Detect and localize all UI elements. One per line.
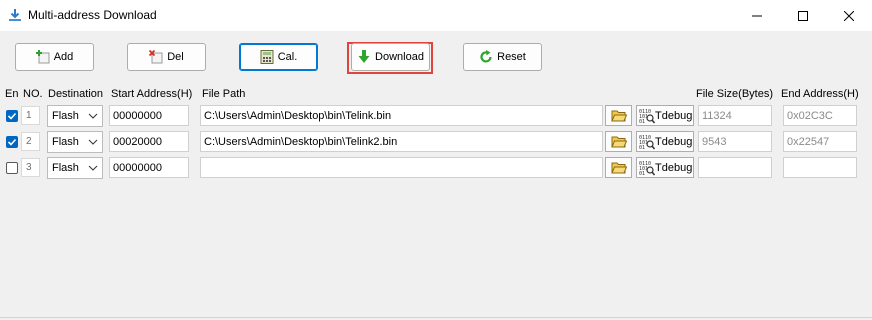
table-row: 3 Flash 00000000 0110 101 01 Tdebug (0, 156, 872, 180)
header-no: NO. (23, 88, 43, 100)
close-icon (844, 10, 854, 21)
header-destination: Destination (48, 88, 104, 100)
file-size-field (698, 157, 772, 178)
start-address-input[interactable]: 00000000 (109, 157, 189, 178)
reset-icon (480, 50, 492, 63)
header-file-size: File Size(Bytes) (696, 88, 774, 100)
reset-button-label: Reset (497, 51, 526, 63)
table-row: 2 Flash 00020000 C:\Users\Admin\Desktop\… (0, 130, 872, 154)
maximize-icon (798, 10, 808, 21)
folder-icon (610, 110, 627, 121)
file-path-input[interactable]: C:\Users\Admin\Desktop\bin\Telink2.bin (200, 131, 603, 152)
file-size-field: 9543 (698, 131, 772, 152)
chevron-down-icon (88, 113, 98, 119)
add-button[interactable]: Add (15, 43, 94, 71)
destination-select[interactable]: Flash (47, 157, 103, 179)
checkmark-icon (7, 112, 17, 120)
tdebug-label: Tdebug (655, 162, 693, 174)
tdebug-label: Tdebug (655, 136, 693, 148)
calculate-button-label: Cal. (277, 51, 298, 63)
destination-value: Flash (52, 110, 79, 122)
tdebug-label: Tdebug (655, 110, 693, 122)
delete-button-label: Del (167, 51, 184, 63)
tdebug-button[interactable]: 0110 101 01 Tdebug (636, 157, 694, 178)
browse-button[interactable] (605, 105, 632, 126)
delete-button[interactable]: Del (127, 43, 206, 71)
browse-button[interactable] (605, 157, 632, 178)
header-en: En (5, 88, 19, 100)
file-path-input[interactable] (200, 157, 603, 178)
svg-text:01: 01 (639, 145, 645, 150)
row-number: 3 (21, 158, 40, 177)
destination-value: Flash (52, 136, 79, 148)
end-address-field (783, 157, 857, 178)
delete-icon (149, 50, 163, 64)
maximize-button[interactable] (780, 0, 826, 31)
close-button[interactable] (826, 0, 872, 31)
download-button[interactable]: Download (351, 43, 430, 71)
minimize-button[interactable] (734, 0, 780, 31)
checkmark-icon (7, 138, 17, 146)
calculate-button[interactable]: Cal. (239, 43, 318, 71)
tdebug-button[interactable]: 0110 101 01 Tdebug (636, 105, 694, 126)
binary-search-icon: 0110 101 01 (639, 161, 655, 176)
svg-text:01: 01 (639, 171, 645, 176)
chevron-down-icon (88, 139, 98, 145)
folder-icon (610, 136, 627, 147)
download-arrow-icon (358, 50, 370, 63)
enable-checkbox[interactable] (6, 162, 18, 174)
title-bar: Multi-address Download (0, 0, 872, 31)
start-address-input[interactable]: 00020000 (109, 131, 189, 152)
destination-value: Flash (52, 162, 79, 174)
calculator-icon (260, 50, 274, 64)
browse-button[interactable] (605, 131, 632, 152)
row-number: 1 (21, 106, 40, 125)
window-bottom-border (0, 317, 872, 318)
end-address-field: 0x02C3C (783, 105, 857, 126)
table-row: 1 Flash 00000000 C:\Users\Admin\Desktop\… (0, 104, 872, 128)
binary-search-icon: 0110 101 01 (639, 135, 655, 150)
header-end-address: End Address(H) (781, 88, 859, 100)
chevron-down-icon (88, 165, 98, 171)
destination-select[interactable]: Flash (47, 131, 103, 153)
window-title: Multi-address Download (28, 8, 157, 22)
svg-text:01: 01 (639, 119, 645, 124)
header-start-address: Start Address(H) (111, 88, 193, 100)
destination-select[interactable]: Flash (47, 105, 103, 127)
file-path-input[interactable]: C:\Users\Admin\Desktop\bin\Telink.bin (200, 105, 603, 126)
start-address-input[interactable]: 00000000 (109, 105, 189, 126)
folder-icon (610, 162, 627, 173)
add-icon (35, 50, 50, 64)
reset-button[interactable]: Reset (463, 43, 542, 71)
end-address-field: 0x22547 (783, 131, 857, 152)
tdebug-button[interactable]: 0110 101 01 Tdebug (636, 131, 694, 152)
download-arrow-icon (9, 9, 21, 21)
minimize-icon (752, 15, 762, 16)
header-file-path: File Path (202, 88, 246, 100)
add-button-label: Add (53, 51, 74, 63)
enable-checkbox[interactable] (6, 136, 18, 148)
row-number: 2 (21, 132, 40, 151)
file-size-field: 11324 (698, 105, 772, 126)
enable-checkbox[interactable] (6, 110, 18, 122)
binary-search-icon: 0110 101 01 (639, 109, 655, 124)
download-button-label: Download (375, 51, 424, 63)
